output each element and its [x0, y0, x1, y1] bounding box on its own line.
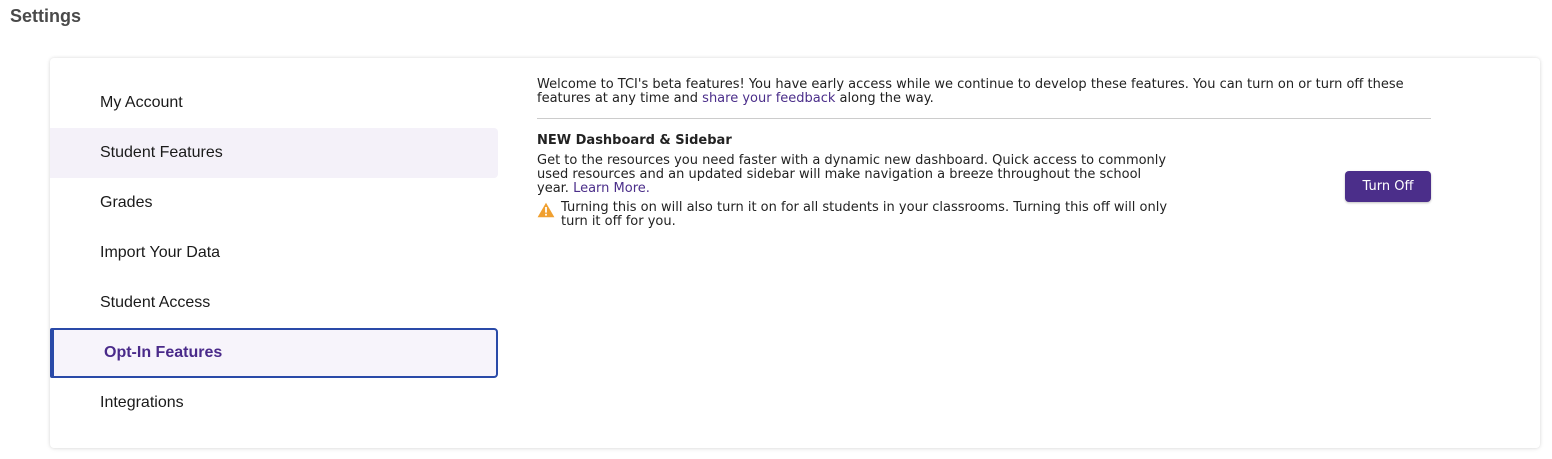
sidebar-item-import-your-data[interactable]: Import Your Data: [50, 228, 498, 278]
feature-warning: Turning this on will also turn it on for…: [537, 201, 1187, 229]
sidebar-item-student-features[interactable]: Student Features: [50, 128, 498, 178]
warning-text: Turning this on will also turn it on for…: [561, 200, 1168, 229]
sidebar-item-integrations[interactable]: Integrations: [50, 378, 498, 428]
intro-text-after: along the way.: [835, 91, 934, 106]
share-feedback-link[interactable]: share your feedback: [702, 91, 835, 106]
opt-in-content: Welcome to TCI's beta features! You have…: [537, 78, 1431, 229]
feature-description: Get to the resources you need faster wit…: [537, 154, 1177, 196]
warning-triangle-icon: [537, 202, 555, 218]
sidebar-item-grades[interactable]: Grades: [50, 178, 498, 228]
intro-text: Welcome to TCI's beta features! You have…: [537, 78, 1431, 119]
sidebar-item-opt-in-features[interactable]: Opt-In Features: [50, 328, 498, 378]
settings-card: My Account Student Features Grades Impor…: [50, 58, 1540, 448]
settings-sidebar: My Account Student Features Grades Impor…: [50, 78, 498, 428]
learn-more-link[interactable]: Learn More.: [573, 181, 650, 196]
page-title: Settings: [10, 6, 82, 26]
intro-text-before: Welcome to TCI's beta features! You have…: [537, 77, 1404, 106]
sidebar-item-my-account[interactable]: My Account: [50, 78, 498, 128]
feature-dashboard-sidebar: NEW Dashboard & Sidebar Get to the resou…: [537, 133, 1431, 229]
sidebar-item-student-access[interactable]: Student Access: [50, 278, 498, 328]
turn-off-button[interactable]: Turn Off: [1345, 171, 1431, 202]
feature-title: NEW Dashboard & Sidebar: [537, 133, 732, 148]
